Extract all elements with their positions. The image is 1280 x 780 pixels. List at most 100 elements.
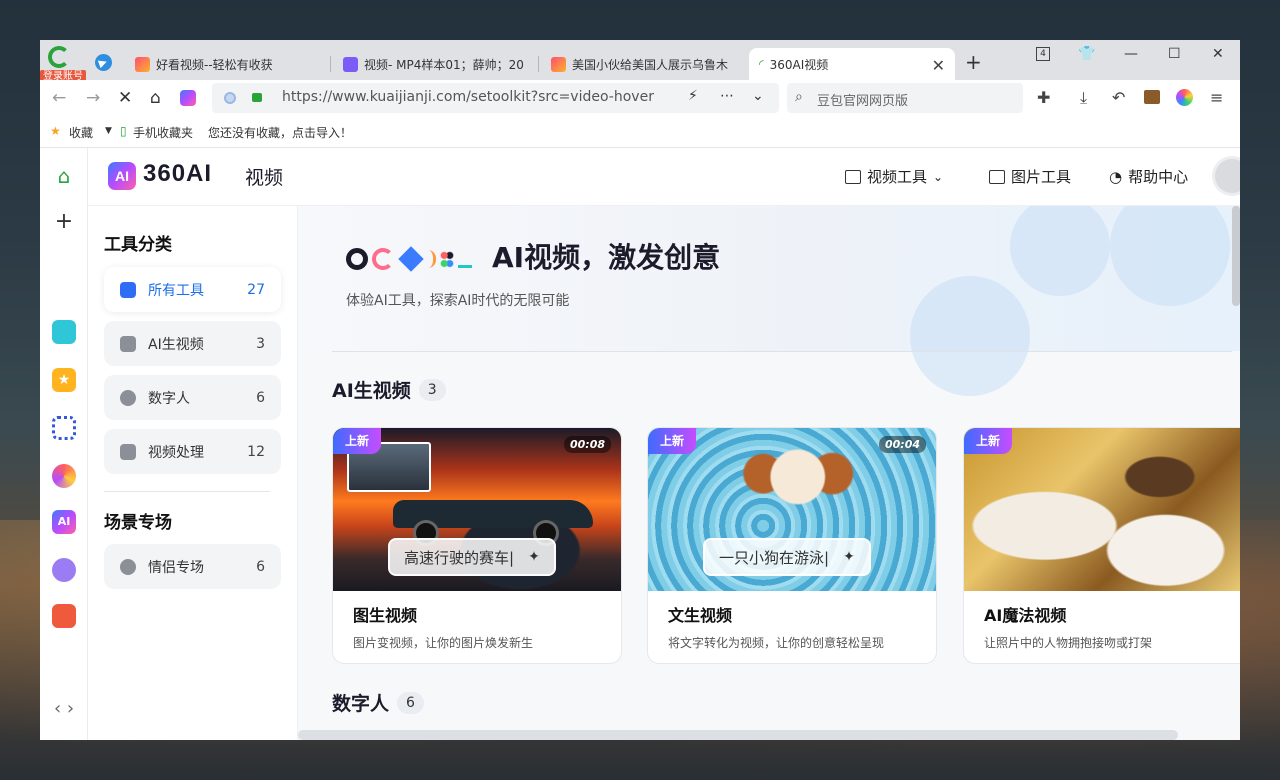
robot-icon[interactable] (52, 558, 76, 582)
tab-active[interactable]: ◜ 360AI视频 ✕ (749, 48, 955, 80)
tool-card-text-to-video[interactable]: 上新 00:04 一只小狗在游泳| ✦ 文生视频 将文字转化为视频，让你的创意轻… (647, 427, 937, 664)
tab-label: 视频- MP4样本01；薛帅；20 (364, 57, 524, 72)
home-icon[interactable]: ⌂ (150, 88, 161, 108)
prompt-text: 一只小狗在游泳| (719, 548, 830, 567)
address-bar[interactable]: https://www.kuaijianji.com/setoolkit?src… (212, 83, 779, 113)
nav-video-tools[interactable]: 视频工具 ⌄ (845, 166, 943, 187)
back-icon[interactable]: ← (52, 88, 66, 108)
skin-icon[interactable]: 👕 (1078, 46, 1095, 62)
tool-card-ai-magic-video[interactable]: 上新 AI魔法视频 让照片中的人物拥抱接吻或打架 (963, 427, 1240, 664)
tool-sidebar: 工具分类 所有工具 27 AI生视频 3 数字人 6 视频处理 12 场景专场 … (88, 206, 298, 740)
main-content: AI视频，激发创意 体验AI工具，探索AI时代的无限可能 AI生视频 3 上新 … (298, 206, 1240, 740)
prompt-chip: 高速行驶的赛车| ✦ (388, 538, 556, 576)
user-avatar[interactable] (1212, 156, 1240, 196)
bookmark-favorites[interactable]: 收藏 (69, 124, 93, 141)
tab-1[interactable]: 好看视频--轻松有收获 (125, 48, 331, 80)
search-placeholder[interactable]: 豆包官网网页版 (817, 90, 908, 109)
sidebar-item-all-tools[interactable]: 所有工具 27 (104, 267, 281, 312)
forward-icon[interactable]: → (86, 88, 100, 108)
home-icon[interactable]: ⌂ (52, 164, 76, 188)
tab-3[interactable]: 美国小伙给美国人展示乌鲁木 (541, 48, 747, 80)
card-thumbnail: 上新 00:04 一只小狗在游泳| ✦ (648, 428, 936, 591)
section-title-text: AI生视频 (332, 380, 411, 402)
nav-help-center[interactable]: ◔ 帮助中心 (1109, 166, 1188, 187)
ai-sidebar-icon[interactable] (1176, 89, 1193, 106)
sidebar-item-video-processing[interactable]: 视频处理 12 (104, 429, 281, 474)
video-edit-icon (120, 443, 136, 460)
hero-decoration (1010, 206, 1110, 296)
ai-badge-icon[interactable]: AI (52, 510, 76, 534)
undo-icon[interactable]: ↶ (1112, 88, 1125, 107)
url-text[interactable]: https://www.kuaijianji.com/setoolkit?src… (282, 89, 654, 105)
telegram-icon[interactable] (95, 54, 112, 71)
phone-icon: ▯ (120, 124, 127, 138)
sidebar-item-couple[interactable]: 情侣专场 6 (104, 544, 281, 589)
maximize-icon[interactable]: ☐ (1168, 46, 1181, 62)
shield-icon (224, 92, 236, 104)
sidebar-item-label: 情侣专场 (148, 559, 204, 576)
magic-wand-icon: ✦ (528, 549, 540, 565)
digital-human-icon (120, 389, 136, 406)
hero-subtitle: 体验AI工具，探索AI时代的无限可能 (346, 293, 570, 309)
chevron-down-icon[interactable]: ⌄ (752, 88, 764, 104)
bookmarks-bar: ★ 收藏 ▼ ▯ 手机收藏夹 您还没有收藏，点击导入！ (40, 116, 1240, 148)
play-favicon-icon (343, 56, 358, 72)
bookmark-import-hint[interactable]: 您还没有收藏，点击导入！ (208, 124, 352, 141)
hero-logo (346, 246, 472, 272)
lightning-icon[interactable]: ⚡ (688, 88, 698, 104)
card-thumbnail: 上新 (964, 428, 1240, 591)
card-title: AI魔法视频 (984, 606, 1067, 625)
search-box[interactable]: ⌕ 豆包官网网页版 (787, 83, 1023, 113)
tool-app-icon[interactable] (52, 320, 76, 344)
browser-logo-icon[interactable]: 登录账号 (40, 46, 86, 84)
more-icon[interactable]: ⋯ (720, 88, 734, 104)
vertical-scrollbar[interactable] (1232, 206, 1240, 306)
browser-window: 登录账号 好看视频--轻松有收获 视频- MP4样本01；薛帅；20 美国小伙给… (40, 40, 1240, 740)
nav-label: 图片工具 (1011, 168, 1072, 186)
ai-chat-icon[interactable] (52, 464, 76, 488)
stop-icon[interactable]: ✕ (118, 88, 132, 108)
toolbox-icon[interactable] (1144, 90, 1160, 104)
hearts-icon (120, 558, 136, 575)
sidebar-item-ai-video[interactable]: AI生视频 3 (104, 321, 281, 366)
hero-divider (332, 351, 1232, 352)
video-camera-icon (120, 281, 136, 298)
collapse-arrows-icon[interactable]: ‹ › (48, 698, 80, 722)
sidebar-item-digital-human[interactable]: 数字人 6 (104, 375, 281, 420)
tool-card-image-to-video[interactable]: 上新 00:08 高速行驶的赛车| ✦ 图生视频 图片变视频，让你的图片焕发新生 (332, 427, 622, 664)
tab-count-badge[interactable]: 4 (1036, 47, 1050, 61)
favorites-star-icon[interactable]: ★ (52, 368, 76, 392)
app-page: AI 360AI 视频 视频工具 ⌄ 图片工具 ◔ 帮助中心 工具分类 所有工具… (88, 148, 1240, 740)
menu-icon[interactable]: ≡ (1210, 88, 1223, 107)
card-description: 图片变视频，让你的图片焕发新生 (353, 636, 534, 650)
add-icon[interactable]: + (52, 210, 76, 234)
section-title-text: 数字人 (332, 693, 390, 715)
caret-down-icon[interactable]: ▼ (105, 126, 112, 136)
section-title-ai-video: AI生视频 3 (332, 376, 446, 403)
extensions-icon[interactable]: ✚ (1037, 88, 1050, 107)
game-icon[interactable] (52, 604, 76, 628)
duration-badge: 00:08 (563, 436, 611, 453)
horizontal-scrollbar[interactable] (298, 730, 1178, 740)
new-tab-button[interactable]: + (965, 50, 982, 74)
bookmark-mobile[interactable]: 手机收藏夹 (133, 124, 193, 141)
browser-sidebar-rail: ⌂ + ★ AI ‹ › ⚙ (40, 148, 88, 740)
minimize-icon[interactable]: — (1124, 46, 1138, 62)
video-ai-icon (120, 335, 136, 352)
close-window-icon[interactable]: ✕ (1212, 46, 1224, 62)
sidebar-item-count: 6 (256, 389, 265, 406)
nav-image-tools[interactable]: 图片工具 (989, 166, 1071, 187)
section-title-digital-human: 数字人 6 (332, 689, 424, 716)
ai-assistant-icon[interactable] (180, 90, 196, 106)
tab-close-icon[interactable]: ✕ (932, 56, 945, 75)
card-title: 文生视频 (668, 606, 733, 625)
sidebar-title: 工具分类 (104, 235, 172, 255)
download-icon[interactable]: ⤓ (1080, 88, 1087, 108)
address-toolbar: ← → ✕ ⌂ https://www.kuaijianji.com/setoo… (40, 80, 1240, 116)
app-logo-icon[interactable]: AI (108, 162, 136, 190)
sidebar-divider (104, 491, 270, 492)
tab-2[interactable]: 视频- MP4样本01；薛帅；20 (333, 48, 539, 80)
app-logo-text[interactable]: 360AI (143, 160, 212, 188)
network-icon[interactable] (52, 416, 76, 440)
headset-icon: ◔ (1109, 167, 1123, 186)
